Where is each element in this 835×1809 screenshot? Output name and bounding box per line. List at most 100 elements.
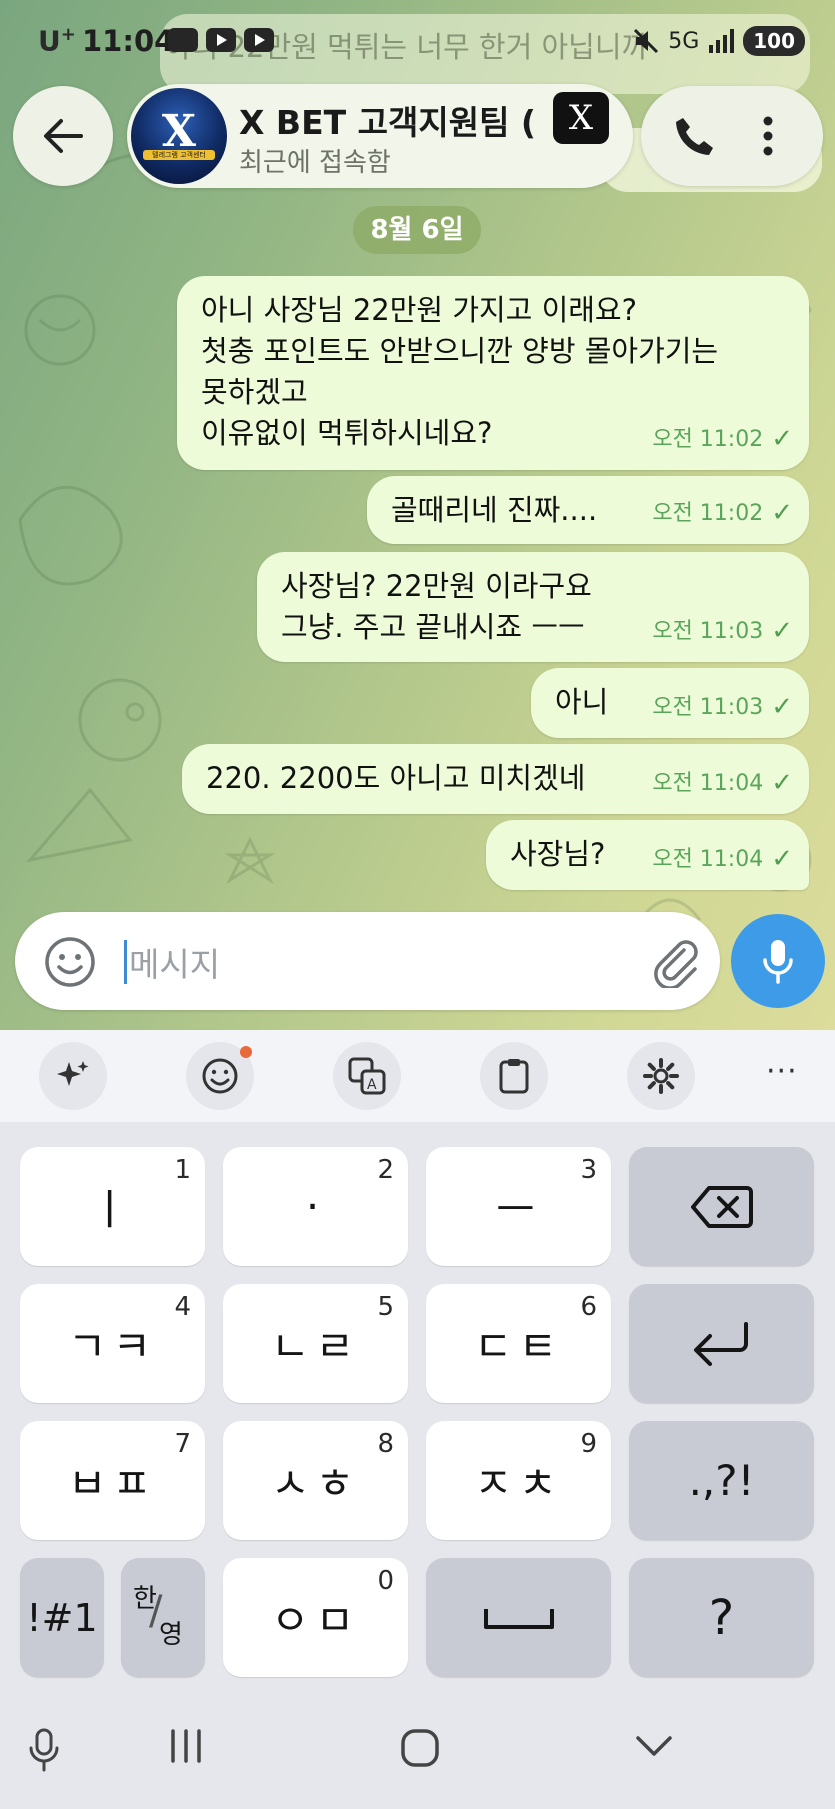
attach-icon[interactable] (650, 936, 700, 988)
message-bubble[interactable]: 아니 오전 11:03 ✓ (531, 668, 809, 738)
message-bubble[interactable]: 사장님? 22만원 이라구요 그냥. 주고 끝내시죠 ㅡㅡ 오전 11:03 ✓ (257, 552, 809, 662)
back-arrow-icon (44, 119, 83, 153)
home-icon[interactable] (400, 1728, 440, 1768)
carrier-label: U+ (38, 24, 76, 58)
message-meta: 오전 11:04 ✓ (652, 839, 793, 880)
key-4[interactable]: ㄱㅋ 4 (20, 1284, 205, 1403)
backspace-icon (690, 1185, 753, 1228)
message-bubble[interactable]: 아니 사장님 22만원 가지고 이래요? 첫충 포인트도 안받으니깐 양방 몰아… (177, 276, 809, 470)
system-icons: 5G 100 (632, 26, 805, 56)
punctuation-key[interactable]: .,?! (629, 1421, 814, 1540)
message-time: 오전 11:03 (652, 619, 764, 644)
key-label: ㄷㅌ (473, 1322, 564, 1371)
key-label: · (305, 1182, 326, 1231)
key-number: 6 (580, 1292, 597, 1322)
key-number: 3 (580, 1155, 597, 1185)
key-label: ㅂㅍ (67, 1459, 158, 1508)
key-6[interactable]: ㄷㅌ 6 (426, 1284, 611, 1403)
clipboard-button[interactable] (480, 1042, 548, 1110)
key-label: !#1 (26, 1595, 98, 1640)
key-8[interactable]: ㅅㅎ 8 (223, 1421, 408, 1540)
gear-icon (643, 1058, 679, 1094)
header-actions (641, 86, 823, 186)
recent-apps-icon[interactable] (168, 1728, 204, 1764)
battery-indicator: 100 (743, 26, 805, 56)
date-separator: 8월 6일 (353, 206, 481, 254)
key-label: ㄴㄹ (270, 1322, 361, 1371)
voice-input-icon[interactable] (26, 1728, 62, 1772)
key-label: ㅇㅁ (270, 1596, 361, 1645)
key-1[interactable]: ㅣ1 (20, 1147, 205, 1266)
read-check-icon: ✓ (771, 692, 793, 722)
smiley-icon (202, 1058, 238, 1094)
emoji-icon[interactable] (44, 936, 96, 988)
key-number: 5 (377, 1292, 394, 1322)
channel-name: X BET 고객지원팀 ( (239, 103, 536, 142)
key-number: 7 (174, 1429, 191, 1459)
key-2[interactable]: · 2 (223, 1147, 408, 1266)
backspace-key[interactable] (629, 1147, 814, 1266)
mute-icon (634, 28, 659, 54)
voice-record-button[interactable] (731, 914, 825, 1008)
space-icon (483, 1608, 554, 1629)
toolbar-more-button[interactable]: ··· (766, 1054, 798, 1089)
message-time: 오전 11:04 (652, 771, 764, 796)
message-input[interactable]: 메시지 (129, 938, 220, 986)
phone-call-icon[interactable] (673, 114, 717, 158)
key-number: 0 (377, 1566, 394, 1596)
translate-icon: A (348, 1057, 386, 1095)
message-bubble[interactable]: 220. 2200도 아니고 미치겠네 오전 11:04 ✓ (182, 744, 809, 814)
translate-button[interactable]: A (333, 1042, 401, 1110)
message-meta: 오전 11:03 ✓ (652, 687, 793, 728)
navigation-bar (0, 1688, 835, 1809)
key-9[interactable]: ㅈㅊ 9 (426, 1421, 611, 1540)
message-time: 오전 11:02 (652, 427, 764, 452)
enter-key[interactable] (629, 1284, 814, 1403)
message-bubble[interactable]: 사장님? 오전 11:04 ✓ (486, 820, 809, 890)
read-check-icon: ✓ (771, 498, 793, 528)
message-time: 오전 11:04 (652, 847, 764, 872)
signal-icon (709, 29, 735, 53)
key-5[interactable]: ㄴㄹ 5 (223, 1284, 408, 1403)
chat-area: 아니 22만원 먹튀는 너무 한거 아닙니까 U+ 11:04 5G 100 X… (0, 0, 835, 1030)
emoji-keyboard-button[interactable] (186, 1042, 254, 1110)
ai-sparkle-button[interactable] (39, 1042, 107, 1110)
language-switch-key[interactable]: 한 / 영 (121, 1558, 205, 1677)
key-number: 2 (377, 1155, 394, 1185)
svg-text:A: A (367, 1077, 377, 1093)
message-meta: 오전 11:02 ✓ (652, 419, 793, 460)
space-key[interactable] (426, 1558, 611, 1677)
key-number: 9 (580, 1429, 597, 1459)
youtube-icon (206, 28, 236, 52)
key-number: 4 (174, 1292, 191, 1322)
message-time: 오전 11:03 (652, 695, 764, 720)
symbols-key[interactable]: !#1 (20, 1558, 104, 1677)
message-time: 오전 11:02 (652, 501, 764, 526)
key-3[interactable]: ㅡ3 (426, 1147, 611, 1266)
key-label: ㅡ (496, 1185, 541, 1234)
more-options-icon[interactable] (762, 116, 774, 156)
status-bar: U+ 11:04 5G 100 (0, 0, 835, 84)
clipboard-icon (499, 1059, 529, 1094)
keyboard-settings-button[interactable] (627, 1042, 695, 1110)
key-0[interactable]: ㅇㅁ 0 (223, 1558, 408, 1677)
key-7[interactable]: ㅂㅍ 7 (20, 1421, 205, 1540)
channel-avatar[interactable]: X 텔레그램 고객센터 (131, 88, 227, 184)
youtube-icon (244, 28, 274, 52)
hide-keyboard-icon[interactable] (634, 1728, 674, 1764)
question-key[interactable]: ? (629, 1558, 814, 1677)
network-type-icon: 5G (668, 28, 700, 54)
message-composer[interactable]: 메시지 (15, 912, 720, 1010)
notification-icons (168, 28, 274, 52)
status-time: 11:04 (82, 24, 175, 58)
key-label: ㅣ (90, 1185, 135, 1234)
channel-last-seen: 최근에 접속함 (239, 148, 391, 178)
message-bubble[interactable]: 골때리네 진짜.... 오전 11:02 ✓ (367, 476, 809, 544)
avatar-logo-letter: X (161, 105, 197, 157)
back-button[interactable] (13, 86, 113, 186)
key-label-english: 영 (159, 1620, 183, 1650)
key-label: ㅅㅎ (270, 1459, 361, 1508)
pill-icon (168, 28, 198, 52)
message-meta: 오전 11:03 ✓ (652, 611, 793, 652)
avatar-caption: 텔레그램 고객센터 (143, 150, 215, 160)
